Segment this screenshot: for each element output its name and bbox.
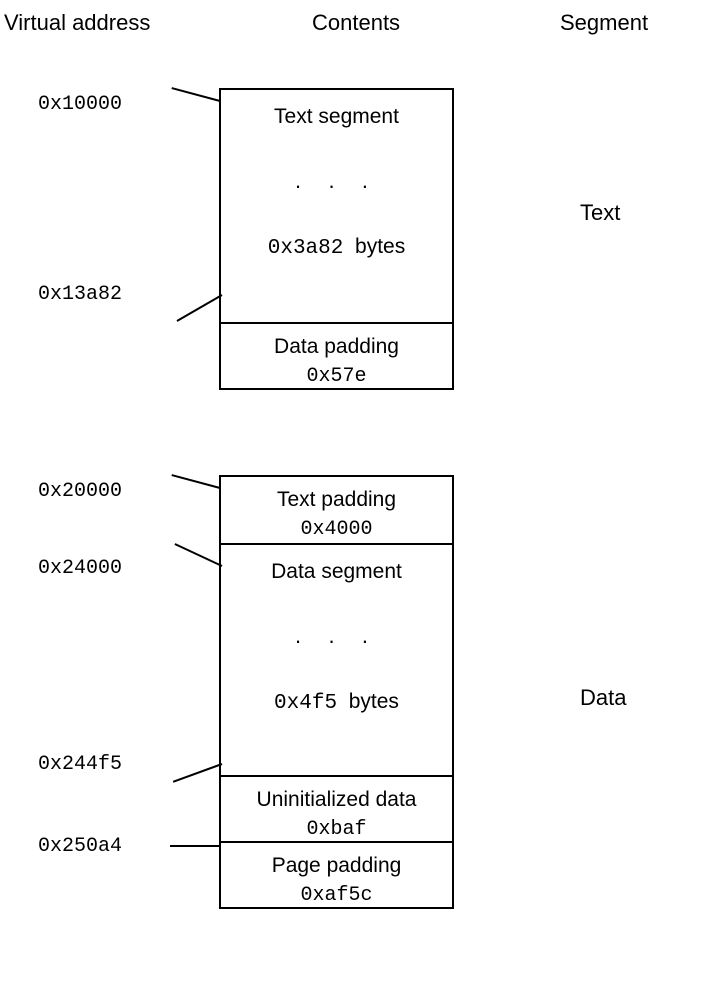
connector-line [171, 474, 220, 489]
text-padding-size: 0x4000 [225, 516, 448, 544]
addr-text-start: 0x10000 [38, 93, 168, 116]
text-padding-section: Text padding 0x4000 [221, 477, 452, 543]
data-segment-section: Data segment · · · 0x4f5 bytes [221, 543, 452, 775]
text-segment-size-hex: 0x3a82 [268, 237, 344, 260]
text-segment-box: Text segment · · · 0x3a82 bytes Data pad… [219, 88, 454, 390]
addr-uninit-end: 0x250a4 [38, 835, 168, 858]
addr-textpad-start: 0x20000 [38, 480, 168, 503]
connector-line [176, 294, 222, 322]
ellipsis: · · · [225, 171, 448, 202]
header-virtual-address: Virtual address [4, 10, 150, 36]
connector-line [173, 763, 223, 783]
addr-data-end: 0x244f5 [38, 753, 168, 776]
data-segment-size-unit: bytes [349, 690, 399, 713]
page-padding-section: Page padding 0xaf5c [221, 841, 452, 907]
data-segment-title: Data segment [225, 557, 448, 586]
ellipsis: · · · [225, 626, 448, 657]
connector-line [170, 845, 220, 847]
text-segment-title: Text segment [225, 102, 448, 131]
addr-data-start: 0x24000 [38, 557, 168, 580]
connector-line [174, 543, 222, 567]
segment-data-label: Data [580, 685, 626, 711]
addr-text-end: 0x13a82 [38, 283, 168, 306]
header-segment: Segment [560, 10, 648, 36]
uninitialized-title: Uninitialized data [225, 785, 448, 814]
data-padding-title: Data padding [225, 332, 448, 361]
text-segment-size: 0x3a82 bytes [225, 232, 448, 263]
data-segment-size: 0x4f5 bytes [225, 687, 448, 718]
data-padding-section: Data padding 0x57e [221, 322, 452, 388]
page-padding-title: Page padding [225, 851, 448, 880]
header-contents: Contents [312, 10, 400, 36]
text-segment-size-unit: bytes [355, 235, 405, 258]
data-segment-box: Text padding 0x4000 Data segment · · · 0… [219, 475, 454, 909]
uninitialized-section: Uninitialized data 0xbaf [221, 775, 452, 841]
text-padding-title: Text padding [225, 485, 448, 514]
segment-text-label: Text [580, 200, 620, 226]
connector-line [171, 87, 220, 102]
data-padding-size: 0x57e [225, 363, 448, 391]
data-segment-size-hex: 0x4f5 [274, 692, 337, 715]
page-padding-size: 0xaf5c [225, 882, 448, 910]
text-segment-section: Text segment · · · 0x3a82 bytes [221, 90, 452, 322]
